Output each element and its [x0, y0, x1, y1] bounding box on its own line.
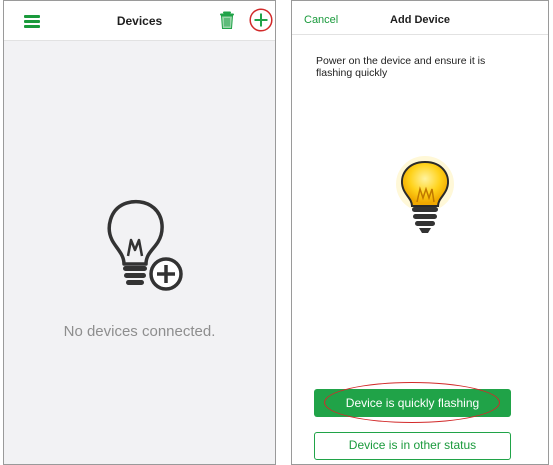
add-device-icon[interactable]: [249, 8, 273, 32]
lit-lightbulb-icon: [396, 156, 454, 233]
devices-screen: Devices No devices connected.: [3, 0, 276, 465]
device-flashing-button[interactable]: Device is quickly flashing: [314, 389, 511, 417]
add-device-navbar: Cancel Add Device: [292, 1, 548, 35]
page-title: Devices: [116, 14, 163, 28]
instruction-text: Power on the device and ensure it is fla…: [316, 55, 486, 79]
devices-navbar: Devices: [4, 1, 275, 41]
page-title: Add Device: [390, 14, 450, 26]
add-device-screen: Cancel Add Device Power on the device an…: [291, 0, 549, 465]
trash-icon[interactable]: [220, 11, 234, 29]
empty-state-text: No devices connected.: [63, 323, 216, 340]
lightbulb-plus-icon: [107, 199, 183, 291]
device-other-status-button[interactable]: Device is in other status: [314, 432, 511, 460]
